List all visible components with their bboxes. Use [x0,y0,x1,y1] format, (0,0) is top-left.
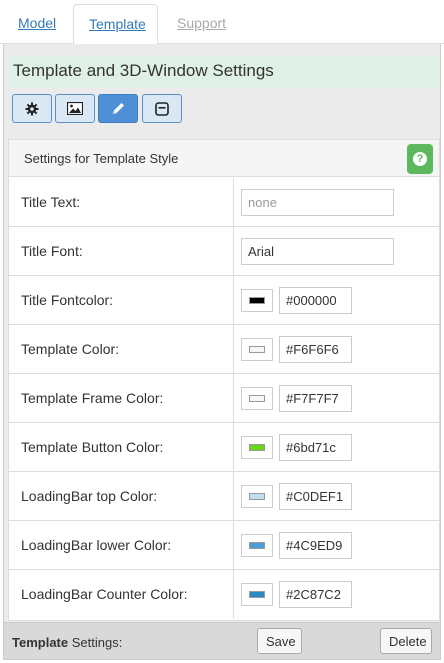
setting-row-loadingbar-counter-color: LoadingBar Counter Color: [9,570,439,619]
loadingbar-top-color-label: LoadingBar top Color: [21,488,158,504]
panel-title-bar: Template and 3D-Window Settings [9,56,440,88]
loadingbar-top-color-input[interactable] [279,483,352,510]
template-style-button[interactable] [98,94,138,123]
template-button-color-swatch[interactable] [241,436,273,459]
template-button-color-label: Template Button Color: [21,439,164,455]
setting-row-template-frame-color: Template Frame Color: [9,374,439,423]
loadingbar-counter-color-input[interactable] [279,581,352,608]
setting-row-template-button-color: Template Button Color: [9,423,439,472]
setting-row-loadingbar-top-color: LoadingBar top Color: [9,472,439,521]
tab-bar: Model Template Support [0,0,444,45]
template-color-swatch[interactable] [241,338,273,361]
color-preview [249,542,265,549]
column-divider [233,570,234,619]
window-button[interactable] [142,94,182,123]
color-preview [249,493,265,500]
column-divider [233,423,234,471]
column-divider [233,325,234,373]
footer-label: Template Settings: [12,635,122,650]
template-color-label: Template Color: [21,341,120,357]
template-color-input[interactable] [279,336,352,363]
template-style-settings: Settings for Template Style ? Title Text… [8,139,440,621]
footer-label-bold: Template [12,635,69,650]
setting-row-template-color: Template Color: [9,325,439,374]
loadingbar-counter-color-label: LoadingBar Counter Color: [21,586,188,602]
settings-heading: Settings for Template Style [24,151,179,166]
help-button[interactable]: ? [407,144,433,174]
loadingbar-lower-color-input[interactable] [279,532,352,559]
delete-button[interactable]: Delete [380,628,432,654]
panel-title: Template and 3D-Window Settings [13,61,274,80]
title-fontcolor-swatch[interactable] [241,289,273,312]
loadingbar-lower-color-swatch[interactable] [241,534,273,557]
title-text-input[interactable] [241,189,394,216]
image-button[interactable] [55,94,95,123]
loadingbar-top-color-swatch[interactable] [241,485,273,508]
column-divider [233,521,234,569]
color-preview [249,395,265,402]
save-button[interactable]: Save [257,628,302,654]
tab-template[interactable]: Template [73,4,158,45]
title-text-label: Title Text: [21,194,81,210]
column-divider [233,276,234,324]
settings-table: Title Text: Title Font: Title Fontcolor:… [9,178,439,619]
color-preview [249,297,265,304]
color-preview [249,591,265,598]
template-panel: Template and 3D-Window Settings Settings… [3,44,441,660]
template-frame-color-input[interactable] [279,385,352,412]
template-frame-color-label: Template Frame Color: [21,390,164,406]
tab-model[interactable]: Model [3,4,69,45]
setting-row-loadingbar-lower-color: LoadingBar lower Color: [9,521,439,570]
column-divider [233,374,234,422]
color-preview [249,346,265,353]
pencil-icon [112,103,124,114]
settings-header: Settings for Template Style ? [9,140,439,177]
loadingbar-counter-color-swatch[interactable] [241,583,273,606]
title-font-input[interactable] [241,238,394,265]
column-divider [233,472,234,520]
template-frame-color-swatch[interactable] [241,387,273,410]
footer-bar: Template Settings: Save Delete [4,622,440,659]
settings-button[interactable] [12,94,52,123]
question-icon: ? [413,152,427,166]
column-divider [233,178,234,226]
tab-support[interactable]: Support [162,4,242,45]
setting-row-title-font: Title Font: [9,227,439,276]
image-icon [67,102,83,115]
title-font-label: Title Font: [21,243,83,259]
footer-label-rest: Settings: [68,635,123,650]
window-icon [155,101,169,116]
column-divider [233,227,234,275]
color-preview [249,444,265,451]
title-fontcolor-label: Title Fontcolor: [21,292,114,308]
setting-row-title-text: Title Text: [9,178,439,227]
title-fontcolor-input[interactable] [279,287,352,314]
gear-icon [25,102,39,115]
loadingbar-lower-color-label: LoadingBar lower Color: [21,537,172,553]
setting-row-title-fontcolor: Title Fontcolor: [9,276,439,325]
template-button-color-input[interactable] [279,434,352,461]
